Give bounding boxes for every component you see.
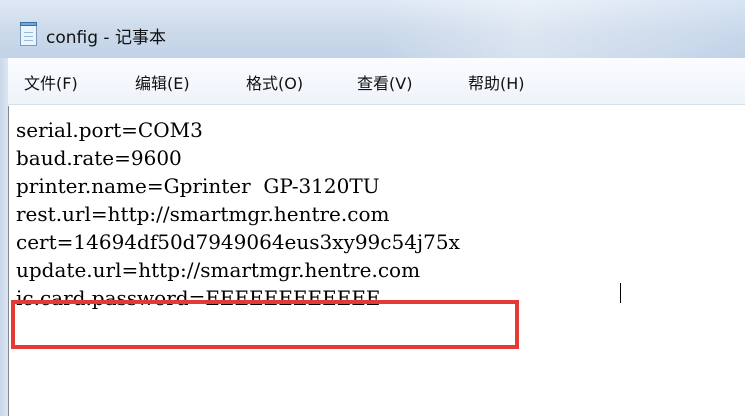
editor-line-serial-port[interactable]: serial.port=COM3 bbox=[16, 118, 203, 142]
menu-edit[interactable]: 编辑(E) bbox=[135, 70, 190, 94]
text-caret bbox=[620, 283, 621, 303]
menu-view[interactable]: 查看(V) bbox=[357, 70, 412, 94]
window-left-frame bbox=[0, 58, 8, 416]
notepad-icon-line bbox=[24, 36, 33, 37]
menu-file[interactable]: 文件(F) bbox=[24, 70, 78, 94]
menu-help[interactable]: 帮助(H) bbox=[468, 70, 525, 94]
editor-line-update-url[interactable]: update.url=http://smartmgr.hentre.com bbox=[16, 258, 420, 282]
notepad-icon-line bbox=[24, 40, 33, 41]
notepad-binding-icon-part bbox=[20, 22, 37, 26]
editor-line-baud-rate[interactable]: baud.rate=9600 bbox=[16, 146, 182, 170]
notepad-icon[interactable] bbox=[20, 22, 37, 46]
highlight-box bbox=[11, 300, 519, 349]
title-bar-glare bbox=[380, 0, 745, 58]
window-title: config - 记事本 bbox=[46, 28, 166, 48]
editor-line-rest-url[interactable]: rest.url=http://smartmgr.hentre.com bbox=[16, 202, 389, 226]
editor-line-cert[interactable]: cert=14694df50d7949064eus3xy99c54j75x bbox=[16, 230, 460, 254]
editor-line-printer-name[interactable]: printer.name=Gprinter GP-3120TU bbox=[16, 174, 380, 198]
menu-format[interactable]: 格式(O) bbox=[246, 70, 303, 94]
notepad-icon-line bbox=[24, 32, 33, 33]
